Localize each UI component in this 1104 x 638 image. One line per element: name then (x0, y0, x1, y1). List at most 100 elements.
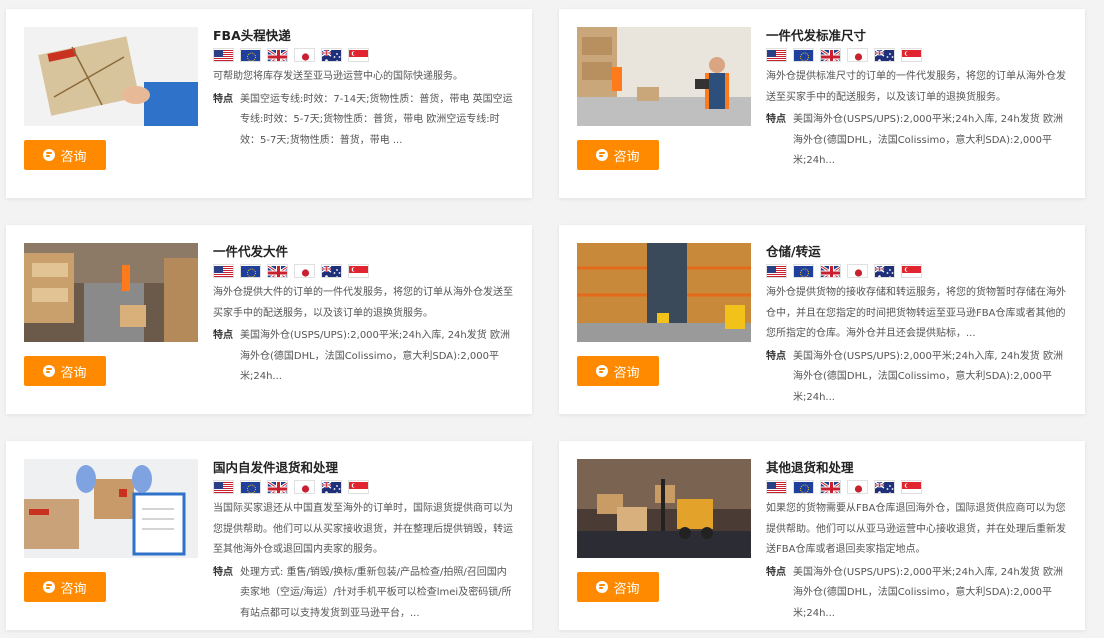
consult-button-label: 咨询 (60, 581, 87, 597)
sg-flag-icon (348, 480, 369, 494)
consult-button[interactable]: 咨询 (24, 140, 106, 170)
service-features: 特点 美国海外仓(USPS/UPS):2,000平米;24h入库, 24h发货 … (766, 347, 1066, 409)
features-text: 美国海外仓(USPS/UPS):2,000平米;24h入库, 24h发货 欧洲海… (793, 350, 1063, 403)
jp-flag-icon (294, 48, 315, 62)
service-title: 一件代发标准尺寸 (766, 28, 867, 43)
jp-flag-icon (847, 480, 868, 494)
chat-icon (596, 149, 609, 161)
features-text: 美国海外仓(USPS/UPS):2,000平米;24h入库, 24h发货 欧洲海… (793, 114, 1063, 166)
au-flag-icon (321, 48, 342, 62)
service-card-domestic-returns: 咨询 国内自发件退货和处理 当国际买家退还从中国直发至海外的订单时，国际退货提供… (6, 441, 532, 630)
au-flag-icon (321, 264, 342, 278)
consult-button[interactable]: 咨询 (577, 572, 659, 602)
us-flag-icon (766, 48, 787, 62)
jp-flag-icon (294, 264, 315, 278)
consult-button[interactable]: 咨询 (577, 356, 659, 386)
sg-flag-icon (901, 48, 922, 62)
country-flags (766, 480, 1066, 494)
sg-flag-icon (901, 264, 922, 278)
features-label: 特点 (213, 566, 233, 578)
us-flag-icon (213, 264, 234, 278)
uk-flag-icon (820, 264, 841, 278)
country-flags (766, 264, 1066, 278)
uk-flag-icon (820, 480, 841, 494)
uk-flag-icon (267, 48, 288, 62)
features-label: 特点 (766, 114, 786, 125)
features-text: 美国海外仓(USPS/UPS):2,000平米;24h入库, 24h发货 欧洲海… (793, 566, 1063, 619)
features-label: 特点 (766, 566, 786, 578)
features-label: 特点 (766, 350, 786, 362)
features-text: 美国空运专线:时效：7-14天;货物性质：普货，带电 英国空运专线:时效：5-7… (240, 93, 513, 146)
us-flag-icon (766, 264, 787, 278)
chat-icon (596, 365, 609, 377)
service-title: 仓储/转运 (766, 244, 821, 259)
service-description: 当国际买家退还从中国直发至海外的订单时，国际退货提供商可以为您提供帮助。他们可以… (213, 503, 513, 555)
eu-flag-icon (793, 48, 814, 62)
service-features: 特点 处理方式: 重售/销毁/换标/重新包装/产品检查/拍照/召回国内卖家地（空… (213, 563, 513, 625)
features-label: 特点 (213, 93, 233, 105)
chat-icon (43, 581, 56, 593)
service-description: 海外仓提供标准尺寸的订单的一件代发服务，将您的订单从海外仓发送至买家手中的配送服… (766, 71, 1066, 103)
consult-button-label: 咨询 (613, 581, 640, 597)
features-text: 处理方式: 重售/销毁/换标/重新包装/产品检查/拍照/召回国内卖家地（空运/海… (240, 566, 512, 619)
eu-flag-icon (240, 48, 261, 62)
eu-flag-icon (240, 480, 261, 494)
eu-flag-icon (793, 480, 814, 494)
gloved-hands-parcel-image (24, 459, 198, 558)
features-label: 特点 (213, 330, 233, 341)
us-flag-icon (213, 480, 234, 494)
au-flag-icon (321, 480, 342, 494)
service-title: FBA头程快递 (213, 28, 291, 43)
sg-flag-icon (901, 480, 922, 494)
country-flags (766, 48, 1066, 62)
jp-flag-icon (847, 264, 868, 278)
express-parcel-hand-image (24, 27, 198, 126)
us-flag-icon (766, 480, 787, 494)
au-flag-icon (874, 480, 895, 494)
uk-flag-icon (267, 264, 288, 278)
consult-button[interactable]: 咨询 (24, 572, 106, 602)
warehouse-shelves-forklift-image (577, 243, 751, 342)
service-features: 特点 美国海外仓(USPS/UPS):2,000平米;24h入库, 24h发货 … (766, 110, 1066, 172)
uk-flag-icon (820, 48, 841, 62)
service-description: 如果您的货物需要从FBA仓库退回海外仓，国际退货供应商可以为您提供帮助。他们可以… (766, 503, 1066, 555)
warehouse-worker-scanner-image (577, 27, 751, 126)
uk-flag-icon (267, 480, 288, 494)
au-flag-icon (874, 264, 895, 278)
service-features: 特点 美国海外仓(USPS/UPS):2,000平米;24h入库, 24h发货 … (213, 326, 513, 388)
service-card-dropship-standard: 咨询 一件代发标准尺寸 海外仓提供标准尺寸的订单的一件代发服务，将您的订单从海外… (559, 9, 1085, 198)
au-flag-icon (874, 48, 895, 62)
service-card-other-returns: 咨询 其他退货和处理 如果您的货物需要从FBA仓库退回海外仓，国际退货供应商可以… (559, 441, 1085, 630)
service-description: 可帮助您将库存发送至亚马逊运营中心的国际快递服务。 (213, 71, 463, 82)
warehouse-boxes-aisle-image (24, 243, 198, 342)
service-title: 国内自发件退货和处理 (213, 460, 339, 475)
consult-button[interactable]: 咨询 (577, 140, 659, 170)
chat-icon (43, 365, 56, 377)
country-flags (213, 264, 513, 278)
service-description: 海外仓提供大件的订单的一件代发服务，将您的订单从海外仓发送至买家手中的配送服务，… (213, 287, 513, 319)
consult-button[interactable]: 咨询 (24, 356, 106, 386)
chat-icon (596, 581, 609, 593)
toy-forklift-boxes-laptop-image (577, 459, 751, 558)
consult-button-label: 咨询 (60, 365, 87, 381)
jp-flag-icon (294, 480, 315, 494)
service-card-fba-express: 咨询 FBA头程快递 可帮助您将库存发送至亚马逊运营中心的国际快递服务。 特点 … (6, 9, 532, 198)
service-description: 海外仓提供货物的接收存储和转运服务，将您的货物暂时存储在海外仓中，并且在您指定的… (766, 287, 1066, 339)
service-features: 特点 美国空运专线:时效：7-14天;货物性质：普货，带电 英国空运专线:时效：… (213, 90, 513, 152)
chat-icon (43, 149, 56, 161)
service-features: 特点 美国海外仓(USPS/UPS):2,000平米;24h入库, 24h发货 … (766, 563, 1066, 625)
country-flags (213, 48, 513, 62)
service-title: 其他退货和处理 (766, 460, 854, 475)
service-card-dropship-large: 咨询 一件代发大件 海外仓提供大件的订单的一件代发服务，将您的订单从海外仓发送至… (6, 225, 532, 414)
country-flags (213, 480, 513, 494)
consult-button-label: 咨询 (613, 149, 640, 165)
jp-flag-icon (847, 48, 868, 62)
sg-flag-icon (348, 264, 369, 278)
service-title: 一件代发大件 (213, 244, 289, 259)
consult-button-label: 咨询 (60, 149, 87, 165)
eu-flag-icon (240, 264, 261, 278)
us-flag-icon (213, 48, 234, 62)
service-card-storage-transfer: 咨询 仓储/转运 海外仓提供货物的接收存储和转运服务，将您的货物暂时存储在海外仓… (559, 225, 1085, 414)
consult-button-label: 咨询 (613, 365, 640, 381)
sg-flag-icon (348, 48, 369, 62)
